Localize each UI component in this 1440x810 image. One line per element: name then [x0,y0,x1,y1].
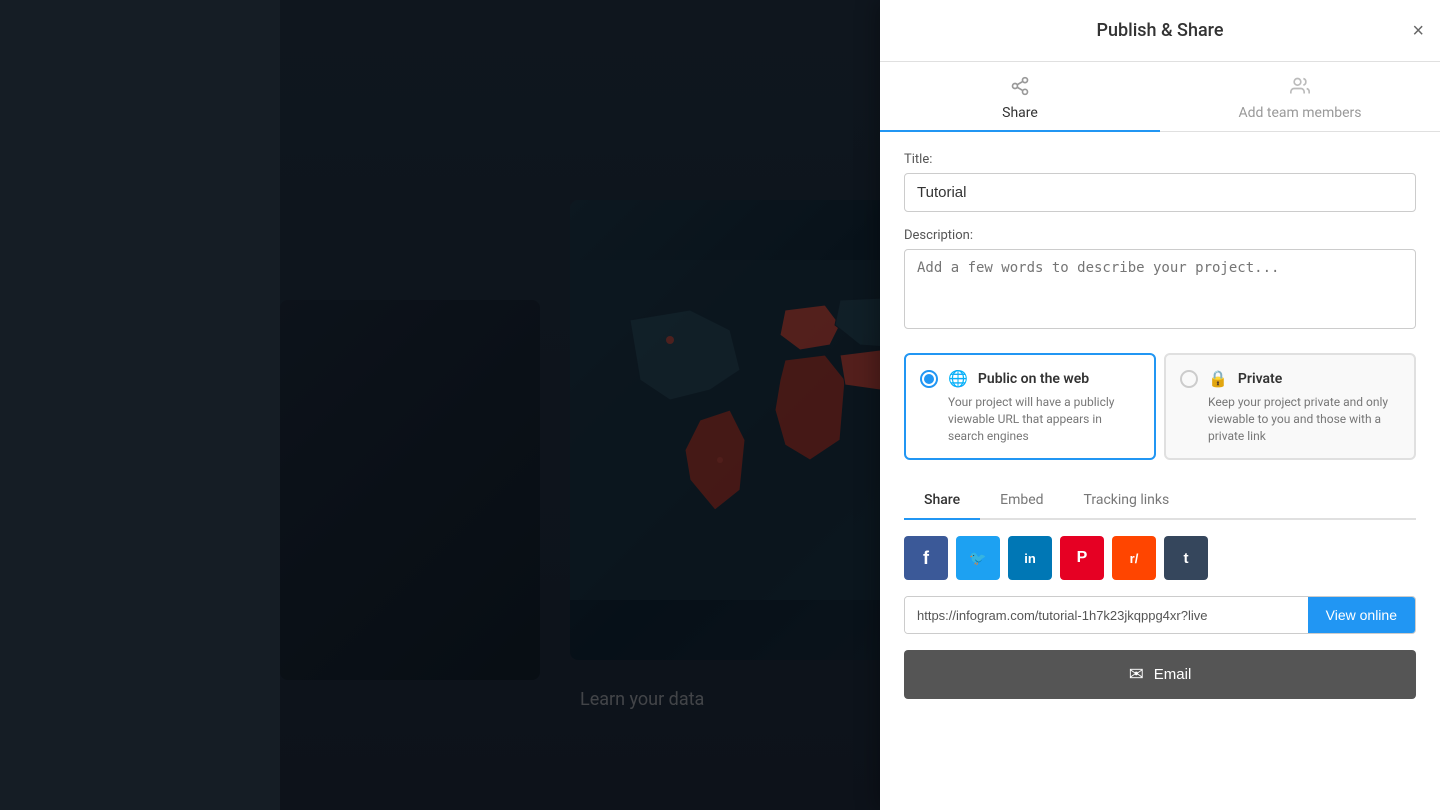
tab-bar: Share Add team members [880,62,1440,132]
private-description: Keep your project private and only viewa… [1180,394,1400,444]
email-label: Email [1154,666,1192,683]
private-card-header: 🔒 Private [1180,369,1400,388]
public-description: Your project will have a publicly viewab… [920,394,1140,444]
reddit-icon: r/ [1130,551,1139,566]
view-online-label: View online [1326,607,1397,623]
sub-tab-embed-label: Embed [1000,492,1043,508]
sub-tab-embed[interactable]: Embed [980,484,1063,518]
description-label: Description: [904,228,1416,243]
view-online-button[interactable]: View online [1308,597,1415,633]
sub-tab-share-label: Share [924,492,960,508]
visibility-options: 🌐 Public on the web Your project will ha… [904,353,1416,460]
share-icon [1010,76,1030,101]
public-card-header: 🌐 Public on the web [920,369,1140,388]
modal-header: Publish & Share × [880,0,1440,62]
facebook-icon: f [923,548,929,569]
sub-tab-bar: Share Embed Tracking links [904,484,1416,520]
tumblr-button[interactable]: t [1164,536,1208,580]
description-textarea[interactable] [904,249,1416,329]
email-button[interactable]: ✉ Email [904,650,1416,699]
tab-team-label: Add team members [1239,105,1362,121]
private-radio [1180,370,1198,388]
publish-share-modal: Publish & Share × Share [880,0,1440,810]
title-label: Title: [904,152,1416,167]
url-input[interactable] [905,597,1308,633]
linkedin-icon: in [1024,551,1036,566]
sub-tab-share[interactable]: Share [904,484,980,518]
social-buttons: f 🐦 in P r/ t [904,536,1416,580]
tab-share[interactable]: Share [880,62,1160,131]
sub-tab-tracking[interactable]: Tracking links [1064,484,1190,518]
lock-icon: 🔒 [1208,369,1228,388]
visibility-private[interactable]: 🔒 Private Keep your project private and … [1164,353,1416,460]
pinterest-icon: P [1077,549,1088,567]
url-row: View online [904,596,1416,634]
email-icon: ✉ [1129,664,1144,685]
modal-body: Title: Description: 🌐 Public on the web … [880,132,1440,810]
public-title: Public on the web [978,371,1089,387]
pinterest-button[interactable]: P [1060,536,1104,580]
facebook-button[interactable]: f [904,536,948,580]
title-input[interactable] [904,173,1416,212]
modal-title: Publish & Share [1097,20,1224,41]
tab-share-label: Share [1002,105,1038,121]
twitter-button[interactable]: 🐦 [956,536,1000,580]
tab-add-team[interactable]: Add team members [1160,62,1440,131]
people-icon [1290,76,1310,101]
reddit-button[interactable]: r/ [1112,536,1156,580]
visibility-public[interactable]: 🌐 Public on the web Your project will ha… [904,353,1156,460]
close-button[interactable]: × [1412,21,1424,41]
tumblr-icon: t [1184,550,1189,567]
public-radio [920,370,938,388]
private-title: Private [1238,371,1282,387]
linkedin-button[interactable]: in [1008,536,1052,580]
twitter-icon: 🐦 [969,550,986,567]
sub-tab-tracking-label: Tracking links [1084,492,1170,508]
globe-icon: 🌐 [948,369,968,388]
